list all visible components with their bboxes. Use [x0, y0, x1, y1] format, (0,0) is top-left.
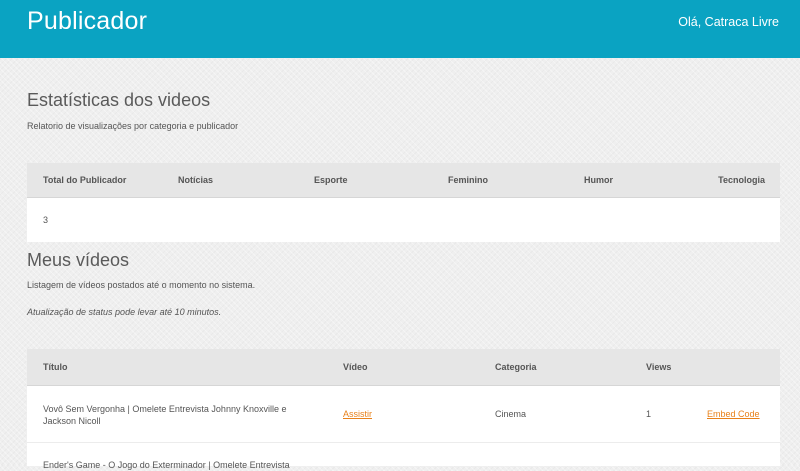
column-header-categoria: Categoria	[495, 362, 537, 372]
stats-table: Total do Publicador Notícias Esporte Fem…	[27, 163, 780, 242]
stats-heading: Estatísticas dos videos	[27, 90, 211, 110]
stats-table-header: Total do Publicador Notícias Esporte Fem…	[27, 163, 780, 198]
stats-description: Relatorio de visualizações por categoria…	[27, 121, 239, 131]
column-header-humor: Humor	[584, 175, 613, 185]
column-header-tecnologia: Tecnologia	[718, 175, 765, 185]
watch-video-link[interactable]: Assistir	[343, 408, 372, 420]
top-navbar: Publicador Olá, Catraca Livre	[0, 0, 800, 58]
videos-table: Título Vídeo Categoria Views Vovô Sem Ve…	[27, 349, 780, 470]
column-header-views: Views	[646, 362, 672, 372]
brand-title[interactable]: Publicador	[27, 7, 147, 36]
column-header-esporte: Esporte	[314, 175, 348, 185]
row-divider	[27, 442, 780, 443]
videos-table-header: Título Vídeo Categoria Views	[27, 349, 780, 386]
column-header-total: Total do Publicador	[43, 175, 127, 185]
stats-table-body: 3	[27, 198, 780, 242]
videos-status-note: Atualização de status pode levar até 10 …	[27, 307, 222, 317]
videos-heading: Meus vídeos	[27, 250, 130, 270]
column-header-video: Vídeo	[343, 362, 368, 372]
column-header-feminino: Feminino	[448, 175, 488, 185]
video-views-cell: 1	[646, 409, 652, 419]
embed-code-link[interactable]: Embed Code	[707, 408, 760, 420]
stat-total-value: 3	[43, 215, 49, 225]
video-title-cell: Ender's Game - O Jogo do Exterminador | …	[43, 460, 290, 470]
column-header-noticias: Notícias	[178, 175, 214, 185]
videos-table-body: Vovô Sem Vergonha | Omelete Entrevista J…	[27, 386, 780, 470]
column-header-titulo: Título	[43, 362, 68, 372]
videos-description: Listagem de vídeos postados até o moment…	[27, 280, 256, 290]
video-category-cell: Cinema	[495, 409, 527, 419]
video-title-cell: Vovô Sem Vergonha | Omelete Entrevista J…	[43, 404, 287, 426]
user-greeting[interactable]: Olá, Catraca Livre	[678, 15, 779, 29]
